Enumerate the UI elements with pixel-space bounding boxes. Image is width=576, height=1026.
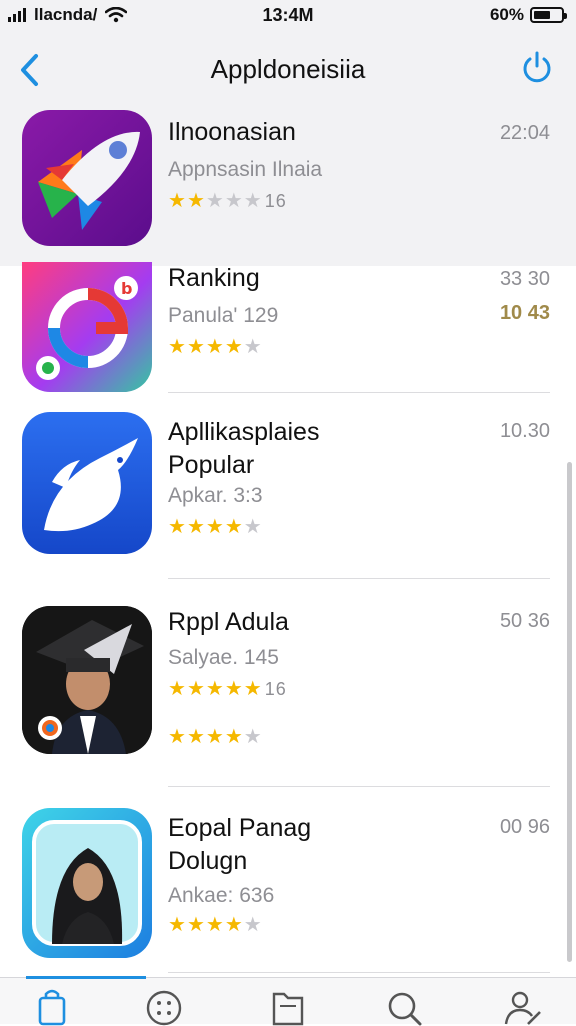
tab-bar [0,976,576,1026]
hijab-portrait-icon [32,820,142,946]
battery-fill [534,11,550,19]
rating-count: 16 [264,679,287,699]
page-title: Appldoneisiia [210,54,366,84]
app-meta: 33 30 [499,268,550,290]
star-icon: ★ [186,190,206,212]
svg-text:b: b [121,279,132,298]
graduate-portrait-icon [22,606,152,754]
app-name: Ranking [168,264,260,292]
star-icon: ★ [205,914,225,936]
star-icon: ★ [243,726,263,748]
star-icon: ★ [168,190,187,212]
grid-circle-icon[interactable] [144,986,184,1026]
divider [168,972,550,973]
divider [168,786,550,787]
star-icon: ★ [186,726,206,748]
search-icon[interactable] [384,986,424,1026]
status-bar: llacnda/ 13:4M 60% [0,0,576,30]
folder-icon[interactable] [268,986,308,1026]
rating-stars: ★★★★★ [168,334,263,359]
app-name: Rppl Adula [168,608,289,636]
battery-icon [530,7,567,23]
star-icon: ★ [168,336,187,358]
star-icon: ★ [224,336,244,358]
profile-edit-icon[interactable] [502,986,542,1026]
star-icon: ★ [168,516,187,538]
graduate-app-icon [22,606,152,754]
app-meta: 10.30 [499,420,550,442]
list-item[interactable]: Rppl Adula Salyae. 145 ★★★★★ 16 ★★★★★ 50 … [0,606,576,787]
rating-stars: ★★★★★ [168,514,263,539]
tab-indicator [26,976,146,979]
power-icon[interactable] [520,50,554,86]
list-item[interactable]: b Ranking Panula' 129 ★★★★★ 33 30 10 43 [0,262,576,394]
divider [168,392,550,393]
list-item[interactable]: Apllikasplaies Popular Apkar. 3:3 ★★★★★ … [0,412,576,582]
star-icon: ★ [224,678,244,700]
list-item[interactable]: Eopal Panag Dolugn Ankae: 636 ★★★★★ 00 9… [0,808,576,978]
star-icon: ★ [243,516,263,538]
bird-icon [44,438,138,532]
app-name: Eopal Panag Dolugn [168,814,312,875]
status-right: 60% [489,5,567,25]
divider [168,578,550,579]
star-icon: ★ [186,678,206,700]
portrait-app-icon [22,808,152,958]
list-item[interactable]: Ilnoonasian Appnsasin Ilnaia ★★★★★ 16 22:… [0,110,576,260]
star-icon: ★ [168,914,187,936]
star-icon: ★ [205,336,225,358]
star-icon: ★ [205,516,225,538]
rating-stars: ★★★★★ 16 [168,676,287,701]
rocket-app-icon [22,110,152,246]
app-meta: 00 96 [499,816,550,838]
star-icon: ★ [224,914,244,936]
star-icon: ★ [168,726,187,748]
app-subtitle: Salyae. 145 [168,646,279,669]
star-icon: ★ [186,914,206,936]
battery-percent: 60% [489,5,524,24]
app-subtitle: Appnsasin Ilnaia [168,158,323,181]
app-name: Apllikasplaies Popular [168,418,320,479]
star-icon: ★ [186,516,206,538]
star-icon: ★ [243,914,263,936]
star-icon: ★ [243,336,263,358]
star-icon: ★ [224,726,244,748]
app-name: Ilnoonasian [168,118,296,146]
star-icon: ★ [224,516,244,538]
rating-stars: ★★★★★ [168,912,263,937]
app-meta: 22:04 [499,122,550,144]
app-subtitle: Panula' 129 [168,304,279,327]
app-subtitle: Apkar. 3:3 [168,484,263,507]
star-icon: ★ [243,678,263,700]
rocket-icon [38,131,140,230]
rating-count: 16 [264,191,287,211]
star-icon: ★ [168,678,187,700]
app-subtitle: Ankae: 636 [168,884,275,907]
app-meta: 50 36 [499,610,550,632]
g-logo-icon: b [36,276,138,380]
rating-stars: ★★★★★ 16 [168,188,287,213]
browser-app-icon: b [22,262,152,392]
app-meta-secondary: 10 43 [499,302,550,324]
bag-icon[interactable] [32,986,72,1026]
star-icon: ★ [186,336,206,358]
star-icon: ★ [243,190,263,212]
rating-stars-secondary: ★★★★★ [168,724,263,749]
star-icon: ★ [205,678,225,700]
star-icon: ★ [205,190,225,212]
star-icon: ★ [205,726,225,748]
bird-app-icon [22,412,152,554]
scrollbar[interactable] [567,462,572,962]
star-icon: ★ [224,190,244,212]
